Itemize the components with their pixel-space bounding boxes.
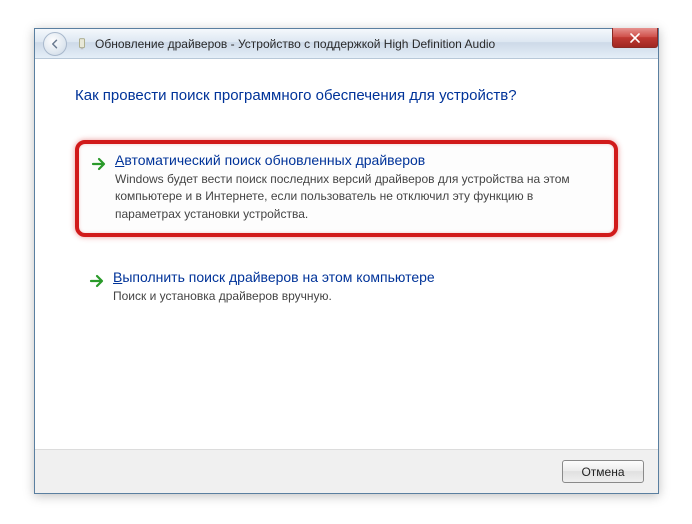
back-button[interactable] [43,32,67,56]
arrow-right-icon [91,156,107,172]
content-area: Как провести поиск программного обеспече… [35,59,658,350]
window-title: Обновление драйверов - Устройство с подд… [95,37,495,51]
wizard-window: Обновление драйверов - Устройство с подд… [34,28,659,494]
option-manual-desc: Поиск и установка драйверов вручную. [113,288,604,305]
option-auto-search[interactable]: Автоматический поиск обновленных драйвер… [75,140,618,237]
option-auto-title: Автоматический поиск обновленных драйвер… [115,152,602,168]
option-manual-title: Выполнить поиск драйверов на этом компью… [113,269,604,285]
close-button[interactable] [612,28,658,48]
option-auto-desc: Windows будет вести поиск последних верс… [115,171,602,223]
close-icon [630,33,640,43]
device-icon [75,37,89,51]
titlebar: Обновление драйверов - Устройство с подд… [35,29,658,59]
option-manual-search[interactable]: Выполнить поиск драйверов на этом компью… [75,259,618,317]
page-heading: Как провести поиск программного обеспече… [75,87,618,104]
cancel-button[interactable]: Отмена [562,460,644,483]
footer: Отмена [35,449,658,493]
back-arrow-icon [49,38,61,50]
arrow-right-icon [89,273,105,289]
